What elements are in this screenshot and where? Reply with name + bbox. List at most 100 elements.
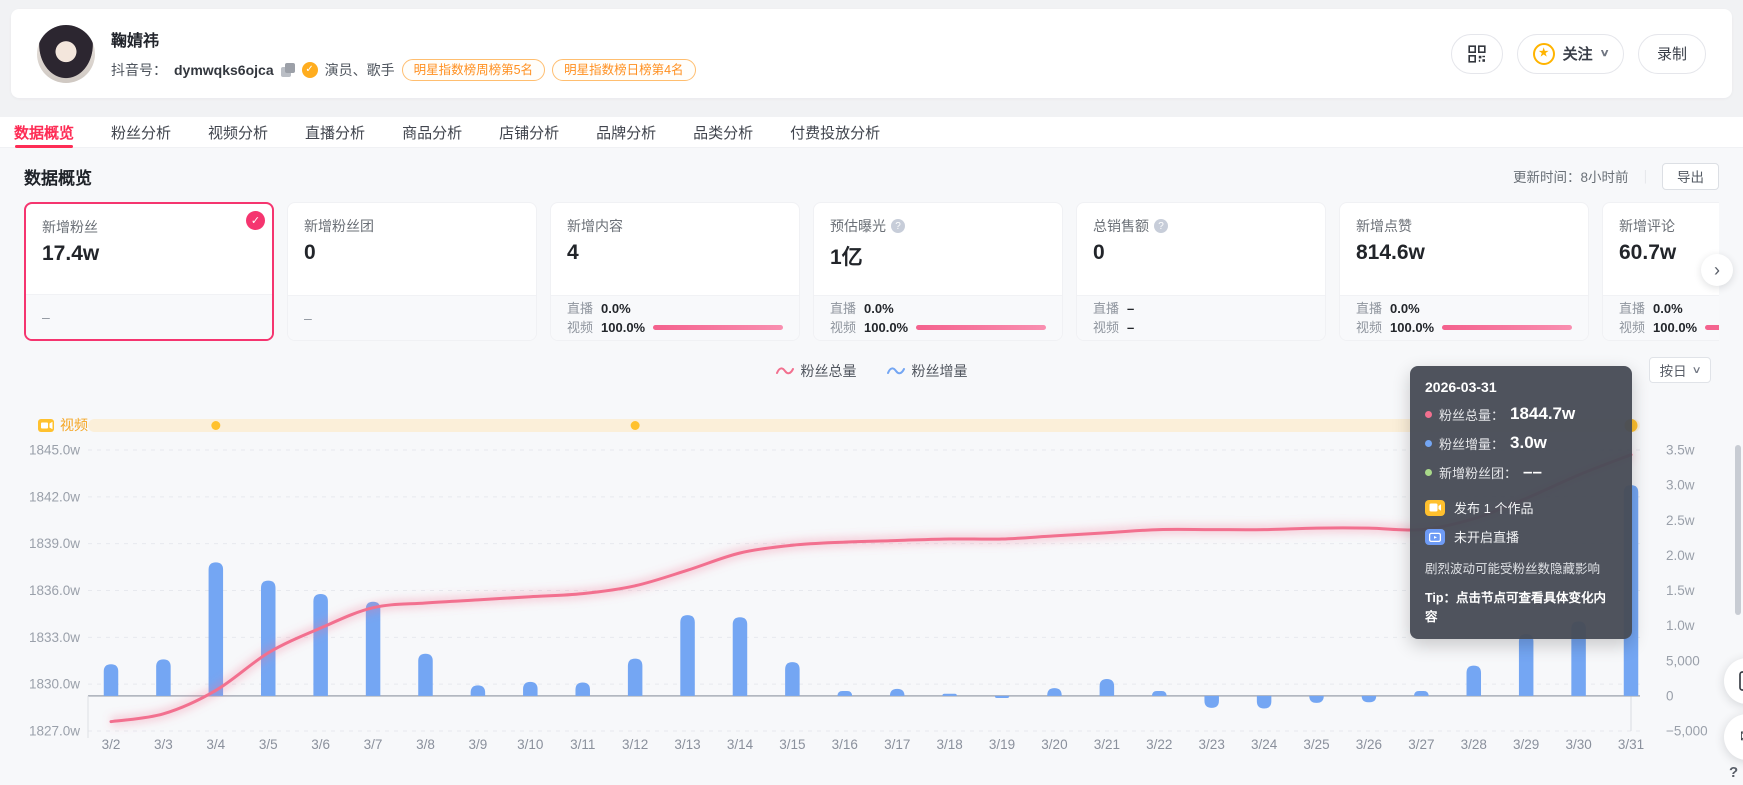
tab-7[interactable]: 品牌分析 [596,117,656,147]
legend-item-total[interactable]: 粉丝总量 [776,361,857,381]
bar-3/11[interactable] [575,683,590,696]
tab-4[interactable]: 直播分析 [305,117,365,147]
bar-3/8[interactable] [418,654,433,696]
stat-cards-wrap: 新增粉丝17.4w✓–新增粉丝团0–新增内容4直播0.0%视频100.0%预估曝… [24,202,1719,341]
rank-badge-daily[interactable]: 明星指数榜日榜第4名 [552,59,695,81]
stat-card-1[interactable]: 新增粉丝17.4w✓– [24,202,274,341]
video-track-label: 视频 [60,417,88,433]
bar-3/15[interactable] [785,662,800,696]
stat-card-2[interactable]: 新增粉丝团0– [287,202,537,341]
rank-badge-weekly[interactable]: 明星指数榜周榜第5名 [402,59,545,81]
stat-card-5[interactable]: 总销售额?0直播–视频– [1076,202,1326,341]
bar-3/20[interactable] [1047,688,1062,696]
bar-3/13[interactable] [680,615,695,696]
help-link[interactable]: ? [1729,764,1738,781]
legend-item-increment[interactable]: 粉丝增量 [887,361,968,381]
bar-3/22[interactable] [1152,691,1167,696]
bar-3/16[interactable] [838,691,853,696]
svg-text:3/8: 3/8 [416,737,435,752]
scrollbar-thumb[interactable] [1735,445,1741,615]
bar-3/28[interactable] [1467,666,1482,696]
tooltip-row-fanclub: 新增粉丝团： –– [1425,462,1617,482]
bar-3/19[interactable] [995,696,1010,698]
dot-icon-green [1425,469,1432,476]
bar-3/3[interactable] [156,659,171,696]
stat-card-value: 0 [1093,241,1309,265]
tab-5[interactable]: 商品分析 [402,117,462,147]
bar-3/25[interactable] [1309,696,1324,703]
tab-8[interactable]: 品类分析 [693,117,753,147]
breakdown-video-row: 视频100.0% [830,320,1046,336]
record-label: 录制 [1657,43,1687,64]
bar-3/4[interactable] [209,562,224,695]
live-value: 0.0% [601,301,631,317]
page-title: 数据概览 [24,164,92,189]
bar-3/6[interactable] [313,594,328,696]
tooltip-live-note: 未开启直播 [1425,527,1617,546]
svg-text:1833.0w: 1833.0w [29,630,80,645]
bar-3/18[interactable] [942,694,957,696]
follow-button[interactable]: ★ 关注 ∨ [1517,34,1624,74]
bar-3/7[interactable] [366,602,381,696]
svg-text:3/27: 3/27 [1408,737,1434,752]
video-mark-3/12[interactable] [631,421,640,430]
stat-card-3[interactable]: 新增内容4直播0.0%视频100.0% [550,202,800,341]
profile-roles: 演员、歌手 [325,60,395,80]
bar-3/17[interactable] [890,689,905,696]
stat-card-4[interactable]: 预估曝光?1亿直播0.0%视频100.0% [813,202,1063,341]
svg-text:3/9: 3/9 [469,737,488,752]
copy-icon[interactable] [281,63,295,77]
stat-card-breakdown: 直播0.0%视频100.0% [551,295,799,340]
line-glow [111,455,1631,722]
wave-icon-blue [887,365,905,377]
stat-card-breakdown: 直播–视频– [1077,295,1325,340]
video-label: 视频 [830,320,856,336]
bar-series [104,485,1639,708]
bar-3/27[interactable] [1414,691,1429,696]
tooltip-row-total: 粉丝总量： 1844.7w [1425,404,1617,424]
breakdown-placeholder: – [42,309,256,325]
video-camera-icon [38,419,54,432]
video-mark-3/4[interactable] [211,421,220,430]
bar-3/12[interactable] [628,659,643,696]
tab-6[interactable]: 店铺分析 [499,117,559,147]
bar-3/24[interactable] [1257,696,1272,709]
svg-text:1827.0w: 1827.0w [29,724,80,739]
svg-text:3/20: 3/20 [1041,737,1067,752]
stat-card-6[interactable]: 新增点赞814.6w直播0.0%视频100.0% [1339,202,1589,341]
svg-text:3/3: 3/3 [154,737,173,752]
tab-1[interactable]: 数据概览 [14,117,74,147]
bar-3/23[interactable] [1204,696,1219,708]
help-icon[interactable]: ? [891,219,905,233]
bar-3/2[interactable] [104,664,119,696]
stat-card-title: 新增评论 [1619,216,1719,236]
bar-3/9[interactable] [471,685,486,696]
video-progress-bar [1442,325,1572,330]
y-axis-left: 1845.0w1842.0w1839.0w1836.0w1833.0w1830.… [29,443,80,739]
tab-3[interactable]: 视频分析 [208,117,268,147]
bar-3/5[interactable] [261,581,276,696]
bar-3/29[interactable] [1519,634,1534,696]
export-button[interactable]: 导出 [1662,163,1719,190]
avatar[interactable] [37,25,95,83]
stat-card-title: 新增粉丝团 [304,216,520,236]
tab-2[interactable]: 粉丝分析 [111,117,171,147]
bar-3/21[interactable] [1100,679,1115,696]
tab-9[interactable]: 付费投放分析 [790,117,880,147]
qr-code-button[interactable] [1451,34,1503,74]
svg-text:3/23: 3/23 [1199,737,1225,752]
bar-3/10[interactable] [523,682,538,696]
stat-card-top: 新增点赞814.6w [1340,203,1588,295]
fans-total-line[interactable] [111,455,1631,722]
bar-3/14[interactable] [733,617,748,696]
account-id: dymwqks6ojca [174,62,274,78]
stat-card-top: 新增评论60.7w [1603,203,1719,295]
help-icon[interactable]: ? [1154,219,1168,233]
bar-3/26[interactable] [1362,696,1377,702]
range-selector[interactable]: 按日 ∨ [1649,357,1711,383]
live-label: 直播 [1093,301,1119,317]
svg-text:3/6: 3/6 [311,737,330,752]
stat-card-breakdown: 直播0.0%视频100.0% [1340,295,1588,340]
record-button[interactable]: 录制 [1638,34,1706,74]
cards-next-button[interactable]: › [1701,254,1733,286]
